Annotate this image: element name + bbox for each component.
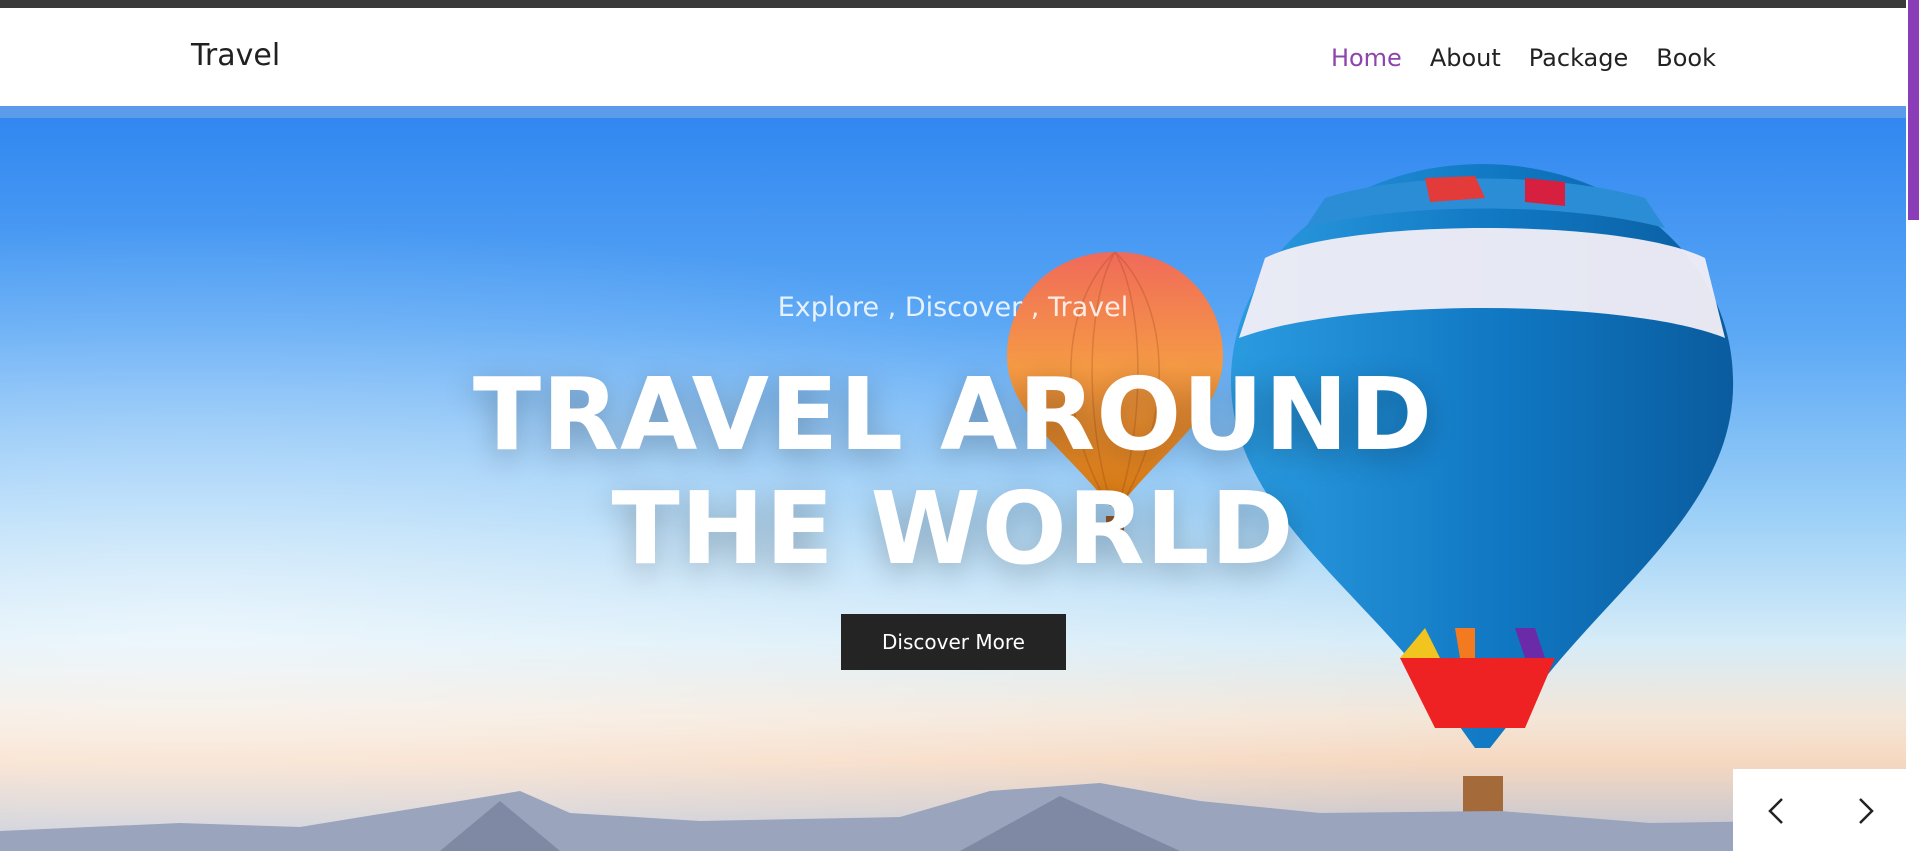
carousel-next-button[interactable]: [1846, 793, 1882, 829]
navbar: Travel Home About Package Book: [0, 8, 1906, 106]
nav-link-book[interactable]: Book: [1656, 44, 1716, 72]
brand-logo[interactable]: Travel: [191, 38, 280, 73]
top-bar: [0, 0, 1919, 8]
scrollbar-thumb[interactable]: [1908, 0, 1919, 220]
hero-headline-line-1: TRAVEL AROUND: [472, 356, 1434, 473]
discover-more-button[interactable]: Discover More: [841, 614, 1066, 670]
hero-headline-line-2: THE WORLD: [611, 470, 1295, 587]
carousel-controls: [1733, 769, 1906, 851]
hero-tagline: Explore , Discover , Travel: [777, 292, 1129, 323]
nav-link-about[interactable]: About: [1430, 44, 1501, 72]
hero-slide: Explore , Discover , Travel TRAVEL AROUN…: [0, 106, 1906, 851]
carousel-prev-button[interactable]: [1760, 793, 1796, 829]
chevron-right-icon: [1859, 798, 1874, 824]
hero-headline: TRAVEL AROUND THE WORLD: [0, 358, 1906, 586]
nav-menu: Home About Package Book: [1303, 44, 1716, 72]
nav-link-home[interactable]: Home: [1331, 44, 1402, 72]
nav-link-package[interactable]: Package: [1529, 44, 1628, 72]
scrollbar[interactable]: [1906, 0, 1919, 851]
chevron-left-icon: [1768, 798, 1783, 824]
hero-content: Explore , Discover , Travel TRAVEL AROUN…: [0, 106, 1906, 851]
